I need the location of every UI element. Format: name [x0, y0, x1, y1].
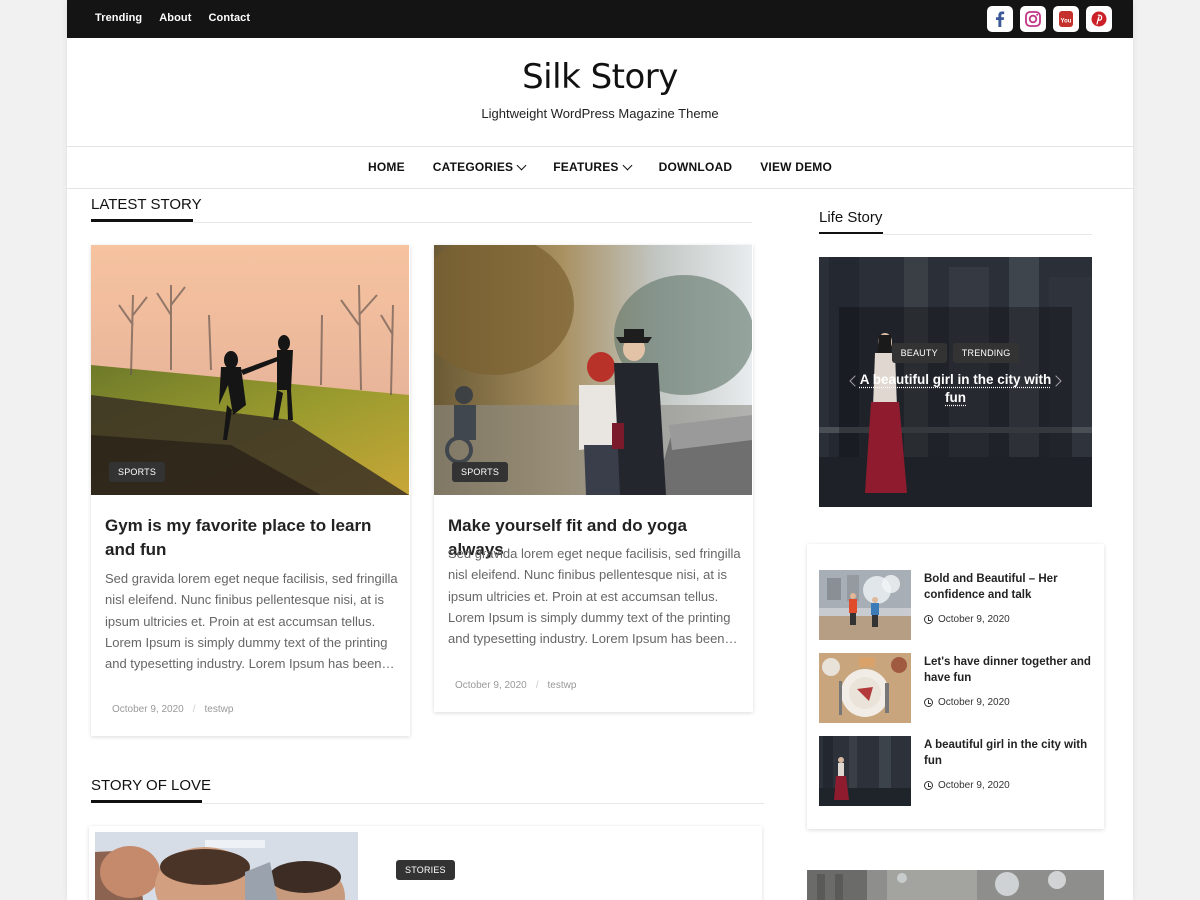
nav-categories-label: CATEGORIES: [432, 160, 514, 174]
heading-rule: [202, 803, 764, 804]
clock-icon: [924, 781, 933, 790]
post-title[interactable]: Gym is my favorite place to learn and fu…: [105, 514, 397, 562]
post-thumbnail[interactable]: [819, 570, 911, 640]
post-excerpt: Sed gravida lorem eget neque facilisis, …: [448, 546, 741, 647]
heading-underline: [819, 232, 883, 234]
instagram-icon[interactable]: [1020, 6, 1046, 32]
slide-title[interactable]: A beautiful girl in the city with fun: [859, 371, 1052, 407]
post-meta: October 9, 2020 / testwp: [112, 704, 233, 715]
top-nav: Trending About Contact: [95, 12, 250, 24]
post-thumbnail[interactable]: [819, 653, 911, 723]
nav-download-label: DOWNLOAD: [658, 160, 733, 174]
facebook-icon[interactable]: [987, 6, 1013, 32]
post-title[interactable]: Bold and Beautiful – Her confidence and …: [924, 571, 1094, 603]
nav-features-label: FEATURES: [553, 160, 619, 174]
nav-view-demo-label: VIEW DEMO: [760, 160, 833, 174]
post-author[interactable]: testwp: [548, 680, 577, 691]
featured-love-post[interactable]: STORIES: [89, 826, 762, 900]
life-story-slider[interactable]: BEAUTY TRENDING A beautiful girl in the …: [819, 257, 1092, 507]
post-date-text[interactable]: October 9, 2020: [938, 780, 1010, 791]
nav-divider: [67, 188, 1133, 189]
post-excerpt: Sed gravida lorem eget neque facilisis, …: [105, 571, 398, 672]
post-date[interactable]: October 9, 2020: [112, 704, 184, 715]
svg-text:You: You: [1061, 19, 1072, 25]
clock-icon: [924, 615, 933, 624]
chevron-down-icon: [622, 160, 633, 170]
nav-features[interactable]: FEATURES: [553, 160, 633, 174]
social-links: You: [987, 6, 1112, 32]
heading-underline: [91, 800, 202, 803]
category-tag-trending[interactable]: TRENDING: [952, 343, 1020, 363]
clock-icon: [924, 698, 933, 707]
post-image[interactable]: [95, 832, 358, 900]
nav-home-label: HOME: [367, 160, 405, 174]
top-link-about[interactable]: About: [159, 12, 191, 24]
post-title[interactable]: A beautiful girl in the city with fun: [924, 737, 1094, 769]
category-tag[interactable]: SPORTS: [452, 462, 509, 482]
nav-download[interactable]: DOWNLOAD: [659, 160, 733, 174]
nav-home[interactable]: HOME: [368, 160, 405, 174]
site-tagline: Lightweight WordPress Magazine Theme: [481, 106, 719, 121]
story-of-love-heading: STORY OF LOVE: [91, 777, 212, 794]
category-tag[interactable]: STORIES: [396, 860, 455, 880]
meta-separator: /: [535, 680, 539, 691]
youtube-icon[interactable]: You: [1053, 6, 1079, 32]
post-date-text[interactable]: October 9, 2020: [938, 614, 1010, 625]
post-date-text[interactable]: October 9, 2020: [938, 697, 1010, 708]
main-nav: HOME CATEGORIES FEATURES DOWNLOAD VIEW D…: [67, 160, 1133, 174]
heading-rule: [193, 222, 752, 223]
list-item[interactable]: Bold and Beautiful – Her confidence and …: [819, 570, 1094, 640]
list-item[interactable]: Let's have dinner together and have fun …: [819, 653, 1094, 723]
post-author[interactable]: testwp: [205, 704, 234, 715]
post-date: October 9, 2020: [924, 697, 1010, 708]
post-thumbnail[interactable]: [819, 736, 911, 806]
nav-categories[interactable]: CATEGORIES: [432, 160, 527, 174]
category-tag[interactable]: SPORTS: [109, 462, 166, 482]
nav-view-demo[interactable]: VIEW DEMO: [760, 160, 832, 174]
top-link-trending[interactable]: Trending: [95, 12, 142, 24]
latest-story-heading: LATEST STORY: [91, 196, 202, 213]
sidebar-image[interactable]: [807, 870, 1104, 900]
post-title[interactable]: Let's have dinner together and have fun: [924, 654, 1094, 686]
life-story-heading: Life Story: [819, 209, 883, 226]
site-title[interactable]: Silk Story: [67, 57, 1133, 97]
post-meta: October 9, 2020 / testwp: [455, 680, 576, 691]
post-image[interactable]: [434, 245, 752, 495]
post-image[interactable]: [91, 245, 409, 495]
header-divider: [67, 146, 1133, 147]
top-bar: Trending About Contact You: [67, 0, 1133, 38]
page: Trending About Contact You Silk Story Li…: [67, 0, 1133, 900]
post-date[interactable]: October 9, 2020: [455, 680, 527, 691]
heading-rule: [883, 234, 1092, 235]
heading-underline: [91, 219, 193, 222]
post-date: October 9, 2020: [924, 780, 1010, 791]
pinterest-icon[interactable]: [1086, 6, 1112, 32]
list-item[interactable]: A beautiful girl in the city with fun Oc…: [819, 736, 1094, 806]
category-tag-beauty[interactable]: BEAUTY: [891, 343, 947, 363]
post-card[interactable]: SPORTS Gym is my favorite place to learn…: [91, 245, 410, 736]
slide-tags: BEAUTY TRENDING: [819, 343, 1092, 363]
meta-separator: /: [192, 704, 196, 715]
chevron-down-icon: [516, 160, 527, 170]
sidebar-post-list: Bold and Beautiful – Her confidence and …: [807, 544, 1104, 829]
top-link-contact[interactable]: Contact: [209, 12, 251, 24]
post-card[interactable]: SPORTS Make yourself fit and do yoga alw…: [434, 245, 753, 712]
post-date: October 9, 2020: [924, 614, 1010, 625]
